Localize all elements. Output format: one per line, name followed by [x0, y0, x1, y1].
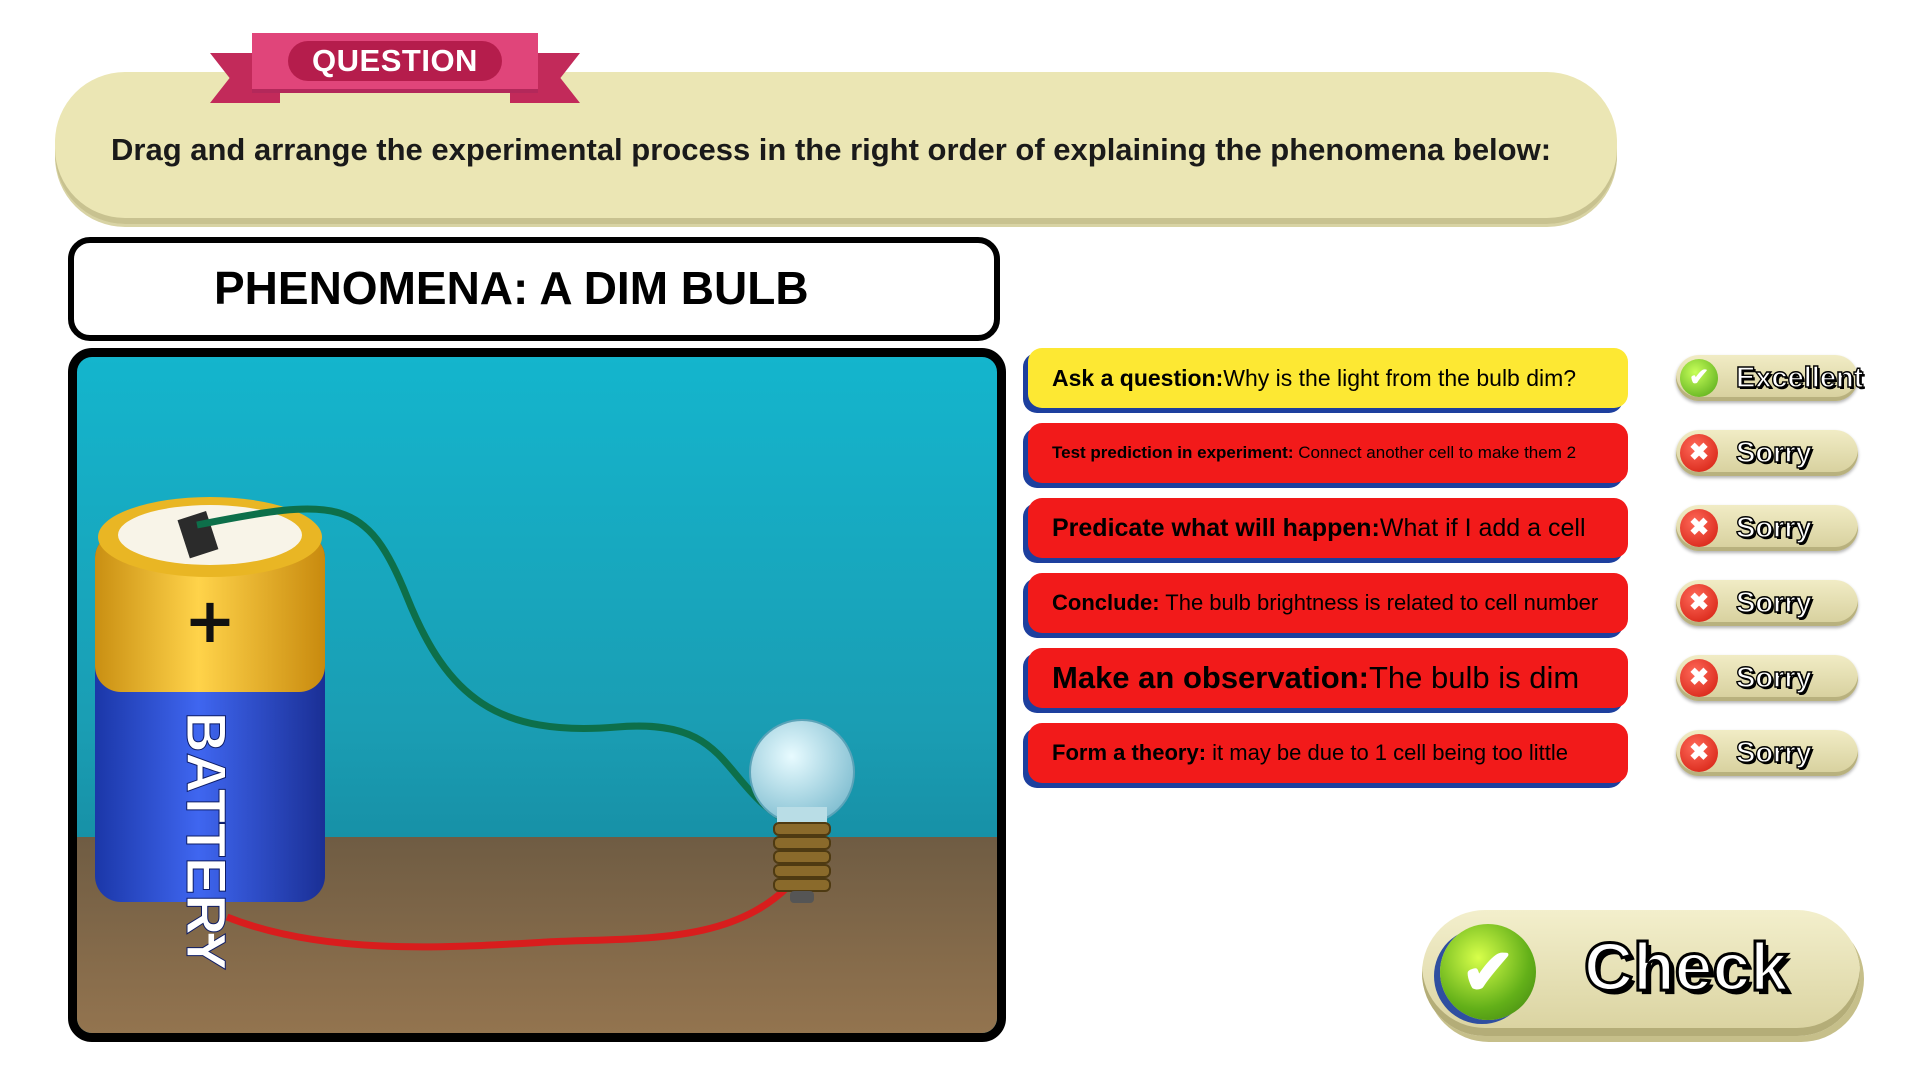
step-card-conclude[interactable]: Conclude: The bulb brightness is related…: [1028, 573, 1628, 633]
circuit-illustration: + BATTERY -: [77, 497, 997, 1033]
question-text: Drag and arrange the experimental proces…: [111, 132, 1552, 167]
question-ribbon: QUESTION: [210, 33, 580, 113]
result-badge-excellent: ✔ Excellent: [1676, 355, 1864, 401]
step-text: The bulb brightness is related to cell n…: [1159, 590, 1599, 615]
step-title: Test prediction in experiment:: [1052, 443, 1294, 462]
phenomena-illustration: + BATTERY -: [68, 348, 1006, 1042]
phenomena-title: PHENOMENA: A DIM BULB: [214, 262, 809, 314]
result-label: Sorry: [1735, 436, 1812, 469]
result-badge-sorry: ✖ Sorry: [1676, 505, 1858, 551]
check-button-label: Check: [1582, 928, 1789, 1007]
step-text: it may be due to 1 cell being too little: [1206, 740, 1569, 765]
step-card-ask-question[interactable]: Ask a question:Why is the light from the…: [1028, 348, 1628, 408]
phenomena-title-box: PHENOMENA: A DIM BULB: [68, 237, 1000, 341]
step-card-test-prediction[interactable]: Test prediction in experiment: Connect a…: [1028, 423, 1628, 483]
step-title: Ask a question:: [1052, 364, 1224, 391]
step-card-form-theory[interactable]: Form a theory: it may be due to 1 cell b…: [1028, 723, 1628, 783]
cross-icon: ✖: [1680, 509, 1718, 547]
ribbon-body: QUESTION: [252, 33, 538, 89]
step-text: What if I add a cell: [1379, 513, 1586, 542]
result-badge-sorry: ✖ Sorry: [1676, 655, 1858, 701]
check-button[interactable]: ✔ Check: [1422, 910, 1860, 1036]
step-text: The bulb is dim: [1368, 660, 1580, 695]
cross-icon: ✖: [1680, 734, 1718, 772]
step-title: Predicate what will happen:: [1052, 513, 1380, 542]
step-title: Conclude:: [1052, 590, 1160, 615]
battery-plus: +: [184, 584, 236, 657]
result-label: Sorry: [1735, 736, 1812, 769]
step-card-make-observation[interactable]: Make an observation:The bulb is dim: [1028, 648, 1628, 708]
battery: + BATTERY -: [95, 497, 325, 971]
cross-icon: ✖: [1680, 659, 1718, 697]
result-label: Sorry: [1735, 661, 1812, 694]
step-title: Form a theory:: [1052, 740, 1207, 765]
step-card-predicate[interactable]: Predicate what will happen:What if I add…: [1028, 498, 1628, 558]
result-badge-sorry: ✖ Sorry: [1676, 430, 1858, 476]
result-label: Sorry: [1735, 586, 1812, 619]
question-badge: QUESTION: [288, 41, 502, 81]
check-icon: ✔: [1440, 924, 1536, 1020]
result-badge-sorry: ✖ Sorry: [1676, 730, 1858, 776]
result-label: Sorry: [1735, 511, 1812, 544]
cross-icon: ✖: [1680, 584, 1718, 622]
step-title: Make an observation:: [1052, 660, 1369, 695]
result-label: Excellent: [1735, 361, 1864, 394]
cross-icon: ✖: [1680, 434, 1718, 472]
step-text: Connect another cell to make them 2: [1293, 443, 1577, 462]
battery-minus: -: [189, 932, 241, 947]
check-icon: ✔: [1680, 359, 1718, 397]
step-text: Why is the light from the bulb dim?: [1223, 364, 1577, 391]
result-badge-sorry: ✖ Sorry: [1676, 580, 1858, 626]
